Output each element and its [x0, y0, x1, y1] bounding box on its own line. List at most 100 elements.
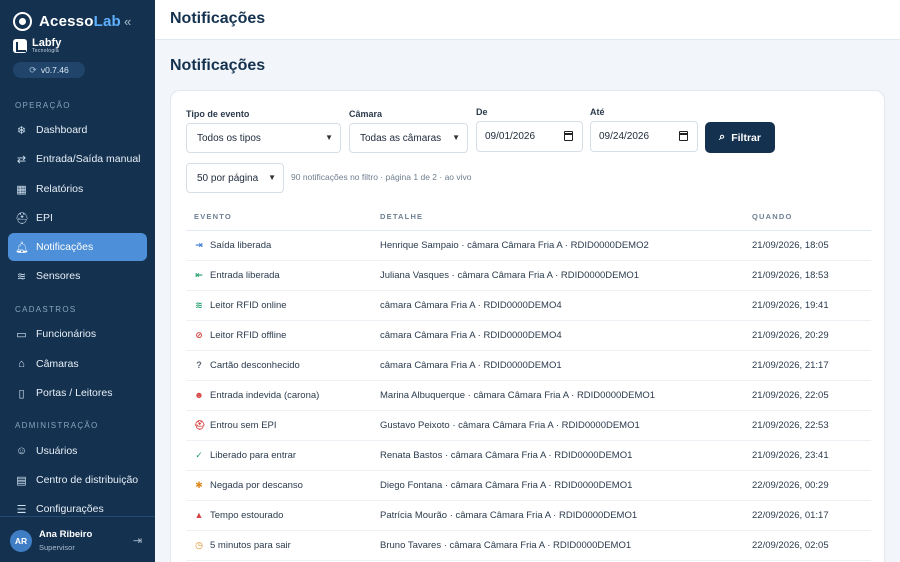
brand: AcessoLab: [13, 12, 121, 31]
detail-cell: câmara Câmara Fria A · RDID0000DEMO4: [372, 320, 744, 351]
collapse-sidebar-icon[interactable]: «: [124, 14, 131, 29]
detail-cell: Renata Bastos · câmara Câmara Fria A · R…: [372, 440, 744, 471]
event-cell: ✓ Liberado para entrar: [186, 440, 372, 471]
chevron-down-icon: ▼: [268, 173, 276, 182]
company-logo-icon: [13, 39, 27, 53]
user-bar: AR Ana Ribeiro Supervisor ⇥: [0, 516, 155, 562]
table-row[interactable]: ✱ Negada por descanso Diego Fontana · câma…: [186, 470, 871, 501]
clock-icon: ◷: [195, 539, 203, 550]
table-row[interactable]: ▲ Tempo estourado Patrícia Mourão · câmara…: [186, 500, 871, 531]
check-circle-icon: ✓: [195, 449, 203, 460]
table-row[interactable]: ⇥ Saída liberada Henrique Sampaio · câmara…: [186, 230, 871, 261]
when-cell: 21/09/2026, 22:05: [744, 380, 871, 411]
to-date-input[interactable]: 09/24/2026: [590, 121, 698, 152]
event-cell: ▲ Tempo estourado: [186, 500, 372, 531]
topbar-title: Notificações: [170, 10, 266, 27]
sidebar-item-funcionarios[interactable]: ▭ Funcionários: [8, 320, 147, 348]
event-label: Entrada liberada: [210, 269, 280, 281]
chevron-down-icon: ▼: [452, 133, 460, 142]
table-row[interactable]: ☻ Entrada indevida (carona) Marina Albuque…: [186, 380, 871, 411]
results-meta: 90 notificações no filtro · página 1 de …: [291, 172, 472, 182]
column-header-evento[interactable]: EVENTO: [186, 204, 372, 231]
building-icon: ▤: [16, 474, 27, 487]
sidebar: AcessoLab « Labfy Tecnologia ⟳ v0.7.46 O…: [0, 0, 155, 562]
event-cell: ? Cartão desconhecido: [186, 350, 372, 381]
users-icon: ☻: [194, 390, 204, 400]
page-title: Notificações: [170, 57, 266, 74]
when-cell: 21/09/2026, 21:17: [744, 350, 871, 381]
event-cell: ⇥ Saída liberada: [186, 230, 372, 261]
users-icon: ☺: [15, 445, 28, 457]
table-row[interactable]: ? Cartão desconhecido câmara Câmara Fria A…: [186, 350, 871, 381]
column-header-detalhe[interactable]: DETALHE: [372, 204, 744, 231]
sliders-icon: ☰: [16, 503, 27, 516]
column-header-quando[interactable]: QUANDO: [744, 204, 871, 231]
brand-name: AcessoLab: [39, 13, 121, 30]
detail-cell: Diego Fontana · câmara Câmara Fria A · R…: [372, 470, 744, 501]
event-cell: ⇤ Entrada liberada: [186, 260, 372, 291]
chevron-down-icon: ▼: [325, 133, 333, 142]
filter-button[interactable]: ⌕ Filtrar: [705, 122, 775, 153]
when-cell: 22/09/2026, 02:05: [744, 530, 871, 561]
wifi-off-icon: ⊘: [195, 329, 203, 340]
event-type-label: Tipo de evento: [186, 109, 250, 119]
wifi-icon: ≋: [195, 299, 203, 310]
sidebar-item-centro-de-distribuicao[interactable]: ▤ Centro de distribuição: [8, 466, 147, 494]
from-date-label: De: [476, 107, 488, 117]
chamber-label: Câmara: [349, 109, 383, 119]
per-page-select[interactable]: 50 por página ▼: [186, 163, 284, 193]
sidebar-item-usuarios[interactable]: ☺ Usuários: [8, 437, 147, 465]
table-row[interactable]: ⛑ Entrou sem EPI Gustavo Peixoto · câmara …: [186, 410, 871, 441]
table-header-row: EVENTO DETALHE QUANDO: [186, 204, 871, 231]
event-label: Liberado para entrar: [210, 449, 297, 461]
sidebar-item-notificacoes[interactable]: 🔔︎ Notificações: [8, 233, 147, 261]
when-cell: 21/09/2026, 22:53: [744, 410, 871, 441]
exit-arrow-icon: ⇥: [195, 239, 203, 250]
sidebar-item-portas-leitores[interactable]: ▯ Portas / Leitores: [8, 379, 147, 407]
table-row[interactable]: ≋ Leitor RFID online câmara Câmara Fria A …: [186, 290, 871, 321]
avatar[interactable]: AR: [10, 530, 32, 552]
chamber-select[interactable]: Todas as câmaras ▼: [349, 123, 468, 153]
table-row[interactable]: ◷ 5 minutos para sair Bruno Tavares · câma…: [186, 530, 871, 561]
sidebar-item-camaras[interactable]: ⌂ Câmaras: [8, 350, 147, 378]
event-cell: ≋ Leitor RFID online: [186, 290, 372, 321]
event-cell: ◷ 5 minutos para sair: [186, 530, 372, 561]
table-row[interactable]: ⇤ Entrada liberada Juliana Vasques · câmar…: [186, 260, 871, 291]
to-date-label: Até: [590, 107, 605, 117]
table-row[interactable]: ⊘ Leitor RFID offline câmara Câmara Fria A…: [186, 320, 871, 351]
when-cell: 22/09/2026, 00:29: [744, 470, 871, 501]
event-cell: ✱ Negada por descanso: [186, 470, 372, 501]
detail-cell: Juliana Vasques · câmara Câmara Fria A ·…: [372, 260, 744, 291]
detail-cell: câmara Câmara Fria A · RDID0000DEMO1: [372, 350, 744, 381]
logout-icon[interactable]: ⇥: [133, 534, 142, 547]
from-date-input[interactable]: 09/01/2026: [476, 121, 583, 152]
sidebar-item-sensores[interactable]: ≋ Sensores: [8, 262, 147, 290]
event-label: Leitor RFID online: [210, 299, 287, 311]
user-role: Supervisor: [39, 543, 75, 552]
calendar-icon[interactable]: [564, 131, 573, 141]
event-cell: ⛑ Entrou sem EPI: [186, 410, 372, 441]
snowflake-icon: ❄: [16, 124, 27, 137]
calendar-icon[interactable]: [679, 131, 688, 141]
sidebar-item-entrada-saida-manual[interactable]: ⇄ Entrada/Saída manual: [8, 145, 147, 173]
when-cell: 21/09/2026, 20:29: [744, 320, 871, 351]
section-label-cadastros: CADASTROS: [15, 305, 77, 314]
section-label-administracao: ADMINISTRAÇÃO: [15, 421, 99, 430]
sidebar-item-epi[interactable]: ⛑ EPI: [8, 204, 147, 232]
door-icon: ▯: [18, 387, 25, 400]
swap-arrows-icon: ⇄: [16, 153, 27, 166]
detail-cell: Henrique Sampaio · câmara Câmara Fria A …: [372, 230, 744, 261]
detail-cell: Patrícia Mourão · câmara Câmara Fria A ·…: [372, 500, 744, 531]
company-logo: Labfy Tecnologia: [13, 38, 61, 54]
sidebar-item-relatorios[interactable]: ▦ Relatórios: [8, 175, 147, 203]
sync-icon: ⟳: [29, 64, 37, 75]
detail-cell: Bruno Tavares · câmara Câmara Fria A · R…: [372, 530, 744, 561]
enter-arrow-icon: ⇤: [195, 269, 203, 280]
event-label: Tempo estourado: [210, 509, 284, 521]
table-row[interactable]: ✓ Liberado para entrar Renata Bastos · câm…: [186, 440, 871, 471]
notifications-table: EVENTO DETALHE QUANDO ⇥ Saída liberada Hen…: [186, 204, 871, 561]
event-type-select[interactable]: Todos os tipos ▼: [186, 123, 341, 153]
when-cell: 21/09/2026, 18:53: [744, 260, 871, 291]
snowflake-icon: ✱: [195, 479, 203, 490]
sidebar-item-dashboard[interactable]: ❄ Dashboard: [8, 116, 147, 144]
